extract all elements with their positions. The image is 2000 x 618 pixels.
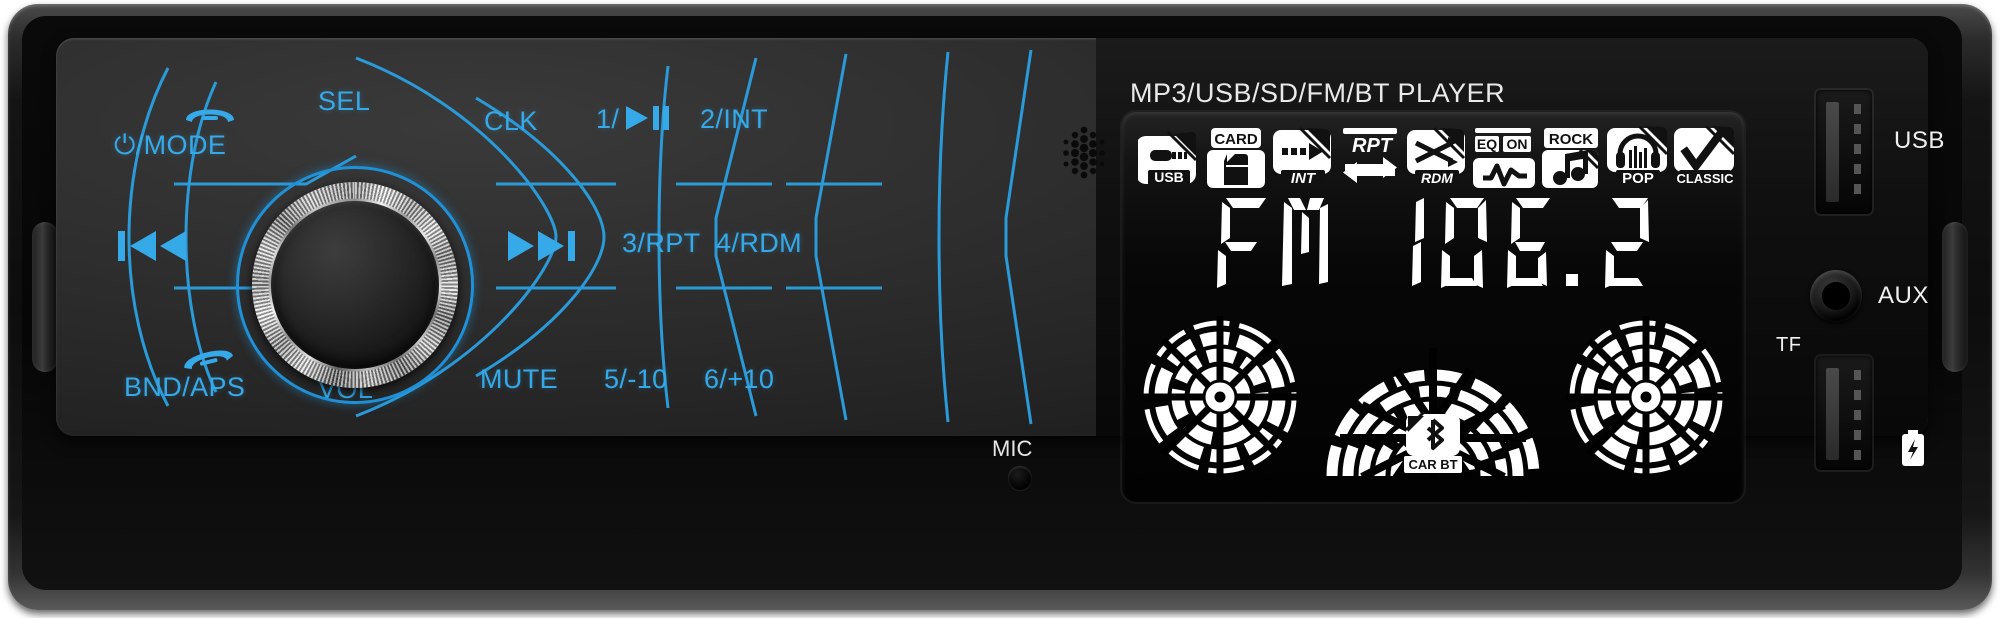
power-mode-label[interactable]: ⏻/MODE — [114, 130, 226, 162]
segment-char — [1212, 194, 1270, 292]
segment-char — [1436, 194, 1494, 292]
frequency-readout — [1122, 194, 1744, 292]
clk-label[interactable]: CLK — [484, 106, 538, 137]
eq-on-indicator: EQ ON — [1473, 126, 1535, 188]
svg-text:RDM: RDM — [1421, 170, 1453, 186]
microphone-hole — [1008, 466, 1032, 490]
side-grip-left — [32, 222, 58, 372]
side-grip-right — [1942, 222, 1968, 372]
preset-6-label[interactable]: 6/+10 — [704, 364, 774, 395]
band-aps-label[interactable]: BND/APS — [124, 372, 245, 403]
tf-tongue — [1826, 368, 1839, 460]
segment-space — [1372, 194, 1398, 292]
svg-text:CARD: CARD — [1214, 131, 1257, 148]
player-type-title: MP3/USB/SD/FM/BT PLAYER — [1130, 78, 1506, 108]
preset-3-label[interactable]: 3/RPT — [622, 228, 701, 259]
bluetooth-label: CAR BT — [1408, 457, 1457, 472]
preset-5-label[interactable]: 5/-10 — [604, 364, 668, 395]
rdm-indicator: RDM — [1406, 126, 1468, 188]
lcd-display: USB CARD INT RPT RDM EQ ON ROCK POP CLAS… — [1122, 112, 1744, 502]
card-indicator: CARD — [1205, 126, 1267, 188]
vu-meter-right — [1566, 316, 1726, 483]
segment-char — [1596, 194, 1654, 292]
usb-contacts-top — [1854, 104, 1861, 202]
segment-char — [1404, 194, 1430, 292]
speaker-grille-icon — [1063, 126, 1105, 179]
svg-text:EQ: EQ — [1477, 136, 1497, 152]
previous-track-icon[interactable] — [116, 226, 190, 270]
svg-text:CLASSIC: CLASSIC — [1676, 171, 1734, 186]
volume-knob[interactable] — [271, 201, 439, 369]
vu-meter-left — [1140, 316, 1300, 483]
status-icon-strip: USB CARD INT RPT RDM EQ ON ROCK POP CLAS… — [1138, 126, 1736, 188]
segment-char — [1276, 194, 1334, 292]
mic-label: MIC — [992, 436, 1033, 461]
pop-indicator: POP — [1607, 126, 1669, 188]
mute-label[interactable]: MUTE — [480, 364, 558, 395]
tf-label: TF — [1776, 334, 1802, 356]
usb-label: USB — [1894, 127, 1944, 155]
preset-1-label[interactable]: 1/ — [596, 104, 619, 135]
rock-indicator: ROCK — [1540, 126, 1602, 188]
rpt-indicator: RPT — [1339, 126, 1401, 188]
segment-decimal-point — [1564, 194, 1590, 292]
int-indicator: INT — [1272, 126, 1334, 188]
play-pause-icon[interactable] — [624, 104, 672, 136]
sel-label[interactable]: SEL — [318, 86, 370, 117]
svg-text:RPT: RPT — [1352, 135, 1394, 157]
tf-contacts — [1854, 370, 1861, 460]
vu-meter-row: CAR BT — [1122, 308, 1744, 483]
svg-text:POP: POP — [1622, 170, 1654, 187]
aux-label: AUX — [1878, 282, 1929, 309]
usb-indicator: USB — [1138, 126, 1200, 188]
svg-text:USB: USB — [1154, 169, 1184, 185]
preset-4-label[interactable]: 4/RDM — [716, 228, 802, 259]
segment-char — [1500, 194, 1558, 292]
classic-indicator: CLASSIC — [1674, 126, 1736, 188]
usb-port-top[interactable] — [1816, 90, 1872, 214]
vu-meter-center: CAR BT — [1318, 308, 1548, 483]
segment-space — [1340, 194, 1366, 292]
tf-card-slot[interactable] — [1816, 356, 1872, 470]
battery-charge-icon — [1900, 430, 1926, 473]
usb-tongue-top — [1826, 102, 1839, 202]
car-stereo-head-unit: SEL VOL ⏻/MODE BND/APS CLK MUTE 1/ 2/INT… — [0, 0, 2000, 618]
aux-jack[interactable] — [1810, 270, 1862, 322]
phone-answer-icon — [182, 100, 238, 130]
preset-2-label[interactable]: 2/INT — [700, 104, 768, 135]
svg-text:ROCK: ROCK — [1549, 131, 1593, 148]
svg-text:ON: ON — [1507, 136, 1528, 152]
next-track-icon[interactable] — [504, 226, 578, 270]
svg-text:INT: INT — [1291, 170, 1317, 187]
